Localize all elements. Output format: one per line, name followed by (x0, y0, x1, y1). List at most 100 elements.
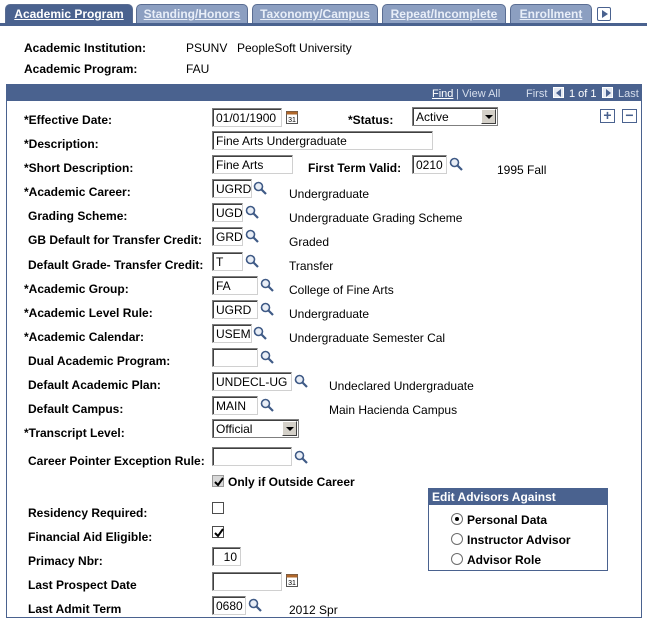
transcript-level-value: Official (216, 422, 253, 436)
academic-calendar-desc: Undergraduate Semester Cal (289, 331, 446, 345)
academic-level-rule-desc: Undergraduate (289, 307, 370, 321)
chevron-down-icon[interactable] (282, 421, 297, 436)
last-label: Last (618, 88, 639, 100)
status-value: Active (416, 110, 449, 124)
find-link[interactable]: Find (432, 88, 453, 100)
check-icon (214, 528, 224, 538)
academic-career-desc: Undergraduate (289, 187, 370, 201)
default-grade-label: Default Grade- Transfer Credit: (28, 258, 204, 272)
tab-academic-program[interactable]: Academic Program (5, 4, 133, 24)
program-code: FAU (186, 62, 210, 76)
transcript-level-label: *Transcript Level: (24, 426, 125, 440)
tab-enrollment[interactable]: Enrollment (510, 4, 592, 24)
more-tabs-arrow-icon[interactable] (597, 7, 611, 21)
academic-calendar-input[interactable]: USEM (212, 324, 252, 343)
last-admit-label: Last Admit Term (28, 602, 122, 616)
tab-bar: Academic Program Standing/Honors Taxonom… (0, 4, 647, 24)
career-pointer-input[interactable] (212, 447, 292, 466)
default-campus-label: Default Campus: (28, 402, 124, 416)
grading-scheme-label: Grading Scheme: (28, 209, 128, 223)
grading-scheme-desc: Undergraduate Grading Scheme (289, 211, 463, 225)
financial-aid-label: Financial Aid Eligible: (28, 530, 153, 544)
institution-label: Academic Institution: (24, 41, 147, 55)
transcript-level-select[interactable]: Official (212, 419, 299, 438)
previous-row-icon[interactable] (553, 87, 564, 98)
default-plan-label: Default Academic Plan: (28, 378, 161, 392)
gb-default-input[interactable]: GRD (212, 227, 243, 246)
lookup-academic-level-rule-icon[interactable] (260, 302, 274, 316)
effective-date-input[interactable]: 01/01/1900 (212, 108, 282, 127)
academic-career-label: *Academic Career: (24, 185, 131, 199)
primacy-label: Primacy Nbr: (28, 554, 103, 568)
residency-label: Residency Required: (28, 506, 148, 520)
institution-name: PeopleSoft University (237, 41, 352, 55)
tab-taxonomy-campus[interactable]: Taxonomy/Campus (252, 4, 378, 24)
lookup-academic-career-icon[interactable] (253, 181, 267, 195)
lookup-default-campus-icon[interactable] (260, 398, 274, 412)
lookup-career-pointer-icon[interactable] (294, 450, 308, 464)
row-range: 1 of 1 (569, 88, 597, 100)
calendar-icon[interactable] (286, 110, 298, 124)
lookup-first-term-icon[interactable] (449, 157, 463, 171)
radio-instructor-advisor-label: Instructor Advisor (467, 533, 571, 547)
default-grade-input[interactable]: T (212, 252, 243, 271)
gb-default-desc: Graded (289, 235, 330, 249)
last-prospect-input[interactable] (212, 572, 282, 591)
academic-group-label: *Academic Group: (24, 282, 129, 296)
dual-program-label: Dual Academic Program: (28, 354, 171, 368)
check-icon (214, 477, 224, 487)
delete-row-button[interactable]: − (622, 108, 637, 123)
radio-personal-data[interactable] (451, 513, 463, 525)
only-outside-career-checkbox[interactable] (212, 475, 224, 487)
only-outside-career-label: Only if Outside Career (228, 475, 355, 489)
academic-calendar-label: *Academic Calendar: (24, 330, 145, 344)
lookup-academic-calendar-icon[interactable] (253, 326, 267, 340)
lookup-academic-group-icon[interactable] (260, 278, 274, 292)
financial-aid-checkbox[interactable] (212, 526, 224, 538)
default-plan-input[interactable]: UNDECL-UG (212, 372, 292, 391)
default-plan-desc: Undeclared Undergraduate (329, 379, 474, 393)
academic-group-desc: College of Fine Arts (289, 283, 394, 297)
academic-group-input[interactable]: FA (212, 276, 258, 295)
residency-checkbox[interactable] (212, 502, 224, 514)
nav-separator: | (456, 88, 459, 100)
lookup-default-grade-icon[interactable] (245, 254, 259, 268)
chevron-down-icon[interactable] (481, 109, 496, 124)
lookup-grading-scheme-icon[interactable] (245, 205, 259, 219)
radio-instructor-advisor[interactable] (451, 533, 463, 545)
first-term-valid-desc: 1995 Fall (497, 163, 547, 177)
tab-underline (0, 23, 647, 26)
last-admit-desc: 2012 Spr (289, 603, 338, 617)
lookup-default-plan-icon[interactable] (294, 374, 308, 388)
lookup-dual-program-icon[interactable] (260, 350, 274, 364)
dual-program-input[interactable] (212, 348, 258, 367)
first-term-valid-input[interactable]: 0210 (412, 155, 447, 174)
short-description-input[interactable]: Fine Arts (212, 155, 293, 174)
academic-level-rule-label: *Academic Level Rule: (24, 306, 153, 320)
description-label: *Description: (24, 137, 99, 151)
tab-repeat-incomplete[interactable]: Repeat/Incomplete (382, 4, 506, 24)
next-row-icon[interactable] (602, 87, 613, 98)
effective-date-label: *Effective Date: (24, 113, 113, 127)
institution-code: PSUNV (186, 41, 228, 55)
first-label: First (526, 88, 548, 100)
status-select[interactable]: Active (412, 107, 498, 126)
lookup-last-admit-icon[interactable] (248, 598, 262, 612)
default-grade-desc: Transfer (289, 259, 334, 273)
radio-advisor-role[interactable] (451, 553, 463, 565)
academic-career-input[interactable]: UGRD (212, 179, 252, 198)
description-input[interactable]: Fine Arts Undergraduate (212, 131, 433, 150)
last-admit-input[interactable]: 0680 (212, 596, 246, 615)
add-row-button[interactable]: + (600, 108, 615, 123)
default-campus-desc: Main Hacienda Campus (329, 403, 458, 417)
default-campus-input[interactable]: MAIN (212, 396, 258, 415)
lookup-gb-default-icon[interactable] (245, 229, 259, 243)
edit-advisors-title: Edit Advisors Against (429, 489, 607, 505)
career-pointer-label: Career Pointer Exception Rule: (28, 454, 205, 468)
tab-standing-honors[interactable]: Standing/Honors (136, 4, 248, 24)
primacy-input[interactable]: 10 (212, 547, 241, 566)
grading-scheme-input[interactable]: UGD (212, 203, 243, 222)
calendar-icon[interactable] (286, 573, 298, 587)
academic-level-rule-input[interactable]: UGRD (212, 300, 258, 319)
view-all-link[interactable]: View All (462, 88, 500, 100)
